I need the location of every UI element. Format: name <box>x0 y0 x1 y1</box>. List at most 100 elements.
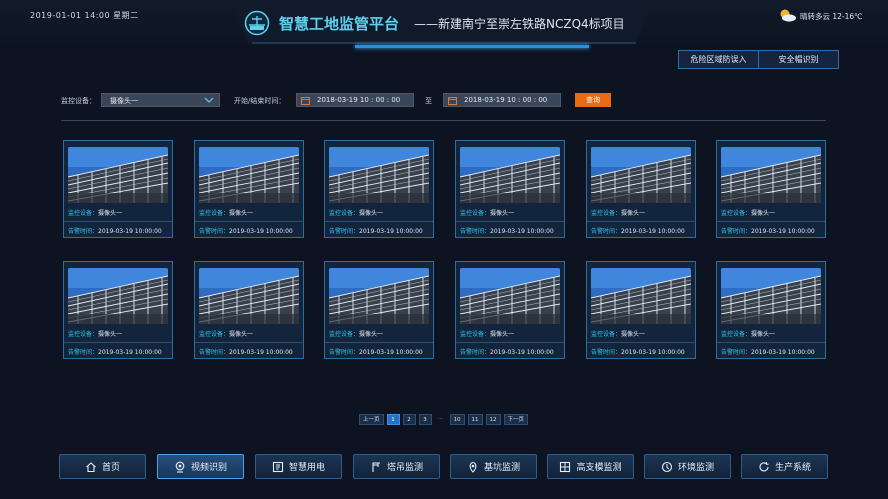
weather-text: 晴转多云 12-16℃ <box>800 12 863 21</box>
card-device: 监控设备：摄像头一 <box>68 208 122 217</box>
nav-crane-monitor[interactable]: 塔吊监测 <box>353 454 440 479</box>
card-device-value: 摄像头一 <box>490 210 515 217</box>
card-device: 监控设备：摄像头一 <box>460 329 514 338</box>
page-1-button[interactable]: 1 <box>386 414 400 425</box>
card-alert-time: 告警时间：2019-03-19 10:00:00 <box>329 226 423 235</box>
nav-environment-monitor[interactable]: 环境监测 <box>644 454 731 479</box>
tab-helmet-detection[interactable]: 安全帽识别 <box>759 51 838 68</box>
page-12-button[interactable]: 12 <box>485 414 501 425</box>
card-device: 监控设备：摄像头一 <box>68 329 122 338</box>
alert-snapshot[interactable] <box>68 268 168 324</box>
nav-video-recognition[interactable]: 视频识别 <box>157 454 244 479</box>
card-device: 监控设备：摄像头一 <box>591 208 645 217</box>
card-time-value: 2019-03-19 10:00:00 <box>621 349 685 356</box>
card-divider <box>64 221 172 222</box>
card-time-value: 2019-03-19 10:00:00 <box>621 228 685 235</box>
card-time-key: 告警时间： <box>329 349 360 356</box>
tab-bar: 危险区域防误入 安全帽识别 <box>678 50 839 69</box>
alert-snapshot[interactable] <box>721 268 821 324</box>
alert-card[interactable]: 监控设备：摄像头一 告警时间：2019-03-19 10:00:00 <box>194 261 304 359</box>
card-divider <box>195 221 303 222</box>
card-alert-time: 告警时间：2019-03-19 10:00:00 <box>329 347 423 356</box>
card-device-value: 摄像头一 <box>359 331 384 338</box>
alert-snapshot[interactable] <box>591 268 691 324</box>
card-device-key: 监控设备： <box>591 331 622 338</box>
page-11-button[interactable]: 11 <box>467 414 483 425</box>
start-time-input[interactable]: 2018-03-19 10 : 00 : 00 <box>296 93 414 107</box>
card-device-key: 监控设备： <box>721 331 752 338</box>
alert-card[interactable]: 监控设备：摄像头一告警时间：2019-03-19 10:00:00 <box>324 261 434 359</box>
card-alert-time: 告警时间：2019-03-19 10:00:00 <box>721 226 815 235</box>
page-3-button[interactable]: 3 <box>418 414 432 425</box>
card-alert-time: 告警时间：2019-03-19 10:00:00 <box>460 347 554 356</box>
nav-smart-power[interactable]: 智慧用电 <box>255 454 342 479</box>
alert-card[interactable]: 监控设备：摄像头一告警时间：2019-03-19 10:00:00 <box>63 140 173 238</box>
calendar-icon <box>448 97 457 105</box>
card-alert-time: 告警时间：2019-03-19 10:00:00 <box>199 226 293 235</box>
datetime: 2019-01-01 14:00 星期二 <box>30 11 139 20</box>
card-device: 监控设备：摄像头一 <box>199 208 253 217</box>
alert-card[interactable]: 监控设备：摄像头一 告警时间：2019-03-19 10:00:00 <box>455 261 565 359</box>
nav-production-system[interactable]: 生产系统 <box>741 454 828 479</box>
card-time-value: 2019-03-19 10:00:00 <box>98 228 162 235</box>
nav-pit-monitor[interactable]: 基坑监测 <box>450 454 537 479</box>
alert-snapshot[interactable] <box>721 147 821 203</box>
alert-snapshot[interactable] <box>199 268 299 324</box>
card-divider <box>456 221 564 222</box>
nav-home[interactable]: 首页 <box>59 454 146 479</box>
query-button[interactable]: 查询 <box>575 93 611 107</box>
card-device-key: 监控设备： <box>460 331 491 338</box>
alert-snapshot[interactable] <box>591 147 691 203</box>
nav-formwork-label: 高支模监测 <box>576 463 622 473</box>
alert-card[interactable]: 监控设备：摄像头一 告警时间：2019-03-19 10:00:00 <box>324 140 434 238</box>
alert-snapshot[interactable] <box>460 147 560 203</box>
alert-card[interactable]: 监控设备：摄像头一 告警时间：2019-03-19 10:00:00 <box>455 140 565 238</box>
tab-danger-zone[interactable]: 危险区域防误入 <box>679 51 759 68</box>
card-alert-time: 告警时间：2019-03-19 10:00:00 <box>721 347 815 356</box>
card-device: 监控设备：摄像头一 <box>591 329 645 338</box>
card-device: 监控设备：摄像头一 <box>329 329 383 338</box>
page-10-button[interactable]: 10 <box>449 414 465 425</box>
card-device: 监控设备：摄像头一 <box>721 208 775 217</box>
end-time-input[interactable]: 2018-03-19 10 : 00 : 00 <box>443 93 561 107</box>
page-2-button[interactable]: 2 <box>402 414 416 425</box>
alert-snapshot[interactable] <box>460 268 560 324</box>
card-divider <box>717 342 825 343</box>
card-divider <box>325 221 433 222</box>
alert-card[interactable]: 监控设备：摄像头一告警时间：2019-03-19 10:00:00 <box>716 261 826 359</box>
card-time-key: 告警时间： <box>199 349 230 356</box>
device-select-value: 摄像头一 <box>110 97 138 105</box>
alert-card[interactable]: 监控设备：摄像头一 告警时间：2019-03-19 10:00:00 <box>586 140 696 238</box>
card-divider <box>717 221 825 222</box>
card-divider <box>587 342 695 343</box>
card-time-value: 2019-03-19 10:00:00 <box>359 228 423 235</box>
card-alert-time: 告警时间：2019-03-19 10:00:00 <box>68 226 162 235</box>
nav-pit-label: 基坑监测 <box>483 463 520 473</box>
alert-card[interactable]: 监控设备：摄像头一 告警时间：2019-03-19 10:00:00 <box>586 261 696 359</box>
card-device-value: 摄像头一 <box>229 210 254 217</box>
card-device-value: 摄像头一 <box>751 331 776 338</box>
alert-card[interactable]: 监控设备：摄像头一 告警时间：2019-03-19 10:00:00 <box>63 261 173 359</box>
alert-snapshot[interactable] <box>68 147 168 203</box>
alert-snapshot[interactable] <box>329 268 429 324</box>
page-title: 智慧工地监管平台 <box>279 15 400 33</box>
alert-snapshot[interactable] <box>199 147 299 203</box>
refresh-icon <box>759 461 769 471</box>
environment-icon <box>661 461 673 472</box>
card-device-value: 摄像头一 <box>621 331 646 338</box>
prev-page-button[interactable]: 上一页 <box>359 414 384 425</box>
card-time-value: 2019-03-19 10:00:00 <box>490 349 554 356</box>
logo-icon <box>244 10 270 36</box>
card-time-key: 告警时间： <box>460 349 491 356</box>
home-icon <box>86 461 96 472</box>
alert-card[interactable]: 监控设备：摄像头一告警时间：2019-03-19 10:00:00 <box>194 140 304 238</box>
next-page-button[interactable]: 下一页 <box>503 414 529 425</box>
alert-snapshot[interactable] <box>329 147 429 203</box>
device-select[interactable]: 摄像头一 <box>101 93 220 107</box>
card-device-value: 摄像头一 <box>490 331 515 338</box>
card-time-key: 告警时间： <box>591 228 622 235</box>
alert-card[interactable]: 监控设备：摄像头一告警时间：2019-03-19 10:00:00 <box>716 140 826 238</box>
nav-formwork-monitor[interactable]: 高支模监测 <box>547 454 634 479</box>
card-divider <box>325 342 433 343</box>
card-device-value: 摄像头一 <box>229 331 254 338</box>
